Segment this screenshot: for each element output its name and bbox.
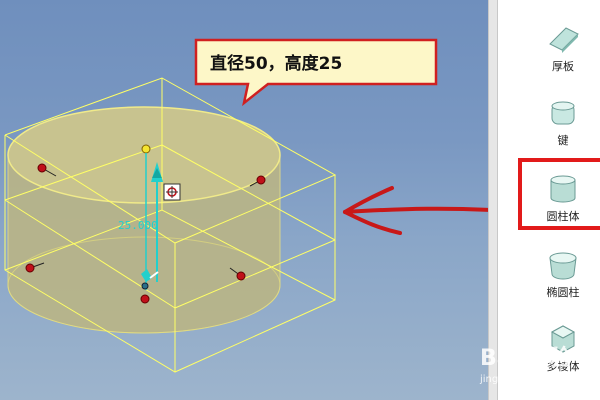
watermark-logo-text: Bai 经验: [480, 346, 571, 371]
app-window: 直径50，高度25 25.000 厚板 键 圆柱体 椭圆柱 多棱体 Bai 经验…: [0, 0, 600, 400]
pointer-arrow: [343, 186, 488, 235]
palette-item-label: 厚板: [552, 60, 574, 73]
3d-viewport[interactable]: 直径50，高度25 25.000: [0, 0, 488, 400]
palette-item-label: 椭圆柱: [546, 286, 580, 299]
palette-item-label: 键: [557, 134, 569, 147]
watermark-url: jingyan.baidu.com: [480, 374, 573, 385]
palette-item-slab[interactable]: 厚板: [526, 22, 600, 94]
watermark: Bai 经验 jingyan.baidu.com: [480, 340, 572, 385]
elliptic-cylinder-icon: [549, 252, 577, 280]
selected-item-highlight: [518, 158, 600, 230]
height-dimension-value[interactable]: 25.000: [118, 219, 158, 232]
callout-text: 直径50，高度25: [210, 54, 343, 74]
palette-item-elliptic-cylinder[interactable]: 椭圆柱: [526, 248, 600, 320]
slab-icon: [549, 27, 579, 53]
key-icon: [551, 101, 575, 125]
